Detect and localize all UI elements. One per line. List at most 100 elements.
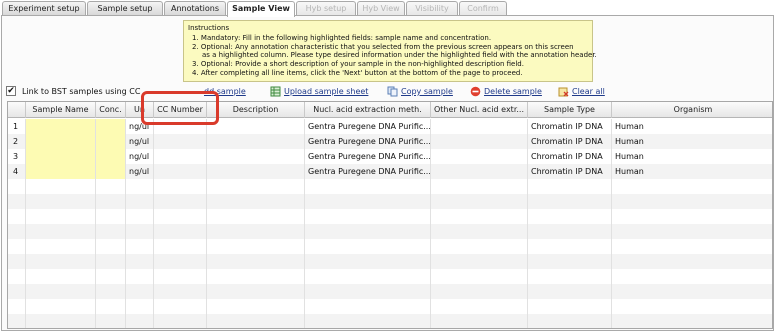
cc-number-cell[interactable]: [154, 269, 207, 284]
column-header-conc[interactable]: Conc.: [96, 102, 126, 118]
conc-cell[interactable]: [96, 209, 126, 224]
description-cell[interactable]: [207, 299, 305, 314]
organism-cell[interactable]: [612, 224, 772, 239]
table-row[interactable]: [8, 284, 772, 299]
sample-name-cell[interactable]: [26, 254, 96, 269]
sample-type-cell[interactable]: [528, 314, 612, 328]
sample-type-cell[interactable]: [528, 224, 612, 239]
organism-cell[interactable]: [612, 239, 772, 254]
extraction-method-cell[interactable]: [305, 224, 431, 239]
conc-cell[interactable]: [96, 239, 126, 254]
sample-name-cell[interactable]: [26, 119, 96, 134]
description-cell[interactable]: [207, 119, 305, 134]
description-cell[interactable]: [207, 194, 305, 209]
sample-type-cell[interactable]: Chromatin IP DNA: [528, 149, 612, 164]
sample-name-cell[interactable]: [26, 134, 96, 149]
unit-cell[interactable]: [126, 254, 154, 269]
other-extraction-cell[interactable]: [431, 239, 528, 254]
other-extraction-cell[interactable]: [431, 224, 528, 239]
extraction-method-cell[interactable]: Gentra Puregene DNA Purific...: [305, 149, 431, 164]
conc-cell[interactable]: [96, 149, 126, 164]
other-extraction-cell[interactable]: [431, 299, 528, 314]
table-row[interactable]: [8, 299, 772, 314]
sample-type-cell[interactable]: Chromatin IP DNA: [528, 164, 612, 179]
other-extraction-cell[interactable]: [431, 179, 528, 194]
unit-cell[interactable]: [126, 179, 154, 194]
cc-number-cell[interactable]: [154, 254, 207, 269]
conc-cell[interactable]: [96, 179, 126, 194]
sample-name-cell[interactable]: [26, 284, 96, 299]
sample-type-cell[interactable]: [528, 209, 612, 224]
description-cell[interactable]: [207, 164, 305, 179]
sample-type-cell[interactable]: [528, 269, 612, 284]
table-row[interactable]: [8, 194, 772, 209]
extraction-method-cell[interactable]: [305, 239, 431, 254]
cc-number-cell[interactable]: [154, 314, 207, 328]
description-cell[interactable]: [207, 224, 305, 239]
conc-cell[interactable]: [96, 269, 126, 284]
other-extraction-cell[interactable]: [431, 284, 528, 299]
tab-experiment-setup[interactable]: Experiment setup: [2, 1, 86, 16]
description-cell[interactable]: [207, 269, 305, 284]
cc-number-cell[interactable]: [154, 239, 207, 254]
unit-cell[interactable]: ng/ul: [126, 149, 154, 164]
conc-cell[interactable]: [96, 224, 126, 239]
cc-number-cell[interactable]: [154, 194, 207, 209]
other-extraction-cell[interactable]: [431, 149, 528, 164]
other-extraction-cell[interactable]: [431, 209, 528, 224]
extraction-method-cell[interactable]: [305, 194, 431, 209]
extraction-method-cell[interactable]: Gentra Puregene DNA Purific...: [305, 164, 431, 179]
sample-type-cell[interactable]: [528, 254, 612, 269]
organism-cell[interactable]: [612, 179, 772, 194]
description-cell[interactable]: [207, 284, 305, 299]
cc-number-cell[interactable]: [154, 134, 207, 149]
extraction-method-cell[interactable]: [305, 314, 431, 328]
table-row[interactable]: [8, 179, 772, 194]
organism-cell[interactable]: [612, 254, 772, 269]
column-header-organism[interactable]: Organism: [612, 102, 772, 118]
conc-cell[interactable]: [96, 194, 126, 209]
extraction-method-cell[interactable]: Gentra Puregene DNA Purific...: [305, 119, 431, 134]
other-extraction-cell[interactable]: [431, 134, 528, 149]
sample-name-cell[interactable]: [26, 164, 96, 179]
organism-cell[interactable]: Human: [612, 149, 772, 164]
upload-sample-sheet-button[interactable]: Upload sample sheet: [270, 86, 382, 98]
unit-cell[interactable]: [126, 224, 154, 239]
other-extraction-cell[interactable]: [431, 269, 528, 284]
extraction-method-cell[interactable]: [305, 269, 431, 284]
organism-cell[interactable]: [612, 269, 772, 284]
table-row[interactable]: [8, 224, 772, 239]
sample-name-cell[interactable]: [26, 314, 96, 328]
conc-cell[interactable]: [96, 119, 126, 134]
sample-name-cell[interactable]: [26, 209, 96, 224]
description-cell[interactable]: [207, 314, 305, 328]
extraction-method-cell[interactable]: [305, 284, 431, 299]
other-extraction-cell[interactable]: [431, 164, 528, 179]
cc-number-cell[interactable]: [154, 209, 207, 224]
conc-cell[interactable]: [96, 134, 126, 149]
tab-sample-view[interactable]: Sample View: [227, 1, 295, 17]
unit-cell[interactable]: [126, 299, 154, 314]
cc-number-cell[interactable]: [154, 179, 207, 194]
table-row[interactable]: [8, 239, 772, 254]
conc-cell[interactable]: [96, 299, 126, 314]
sample-type-cell[interactable]: [528, 239, 612, 254]
description-cell[interactable]: [207, 209, 305, 224]
table-row[interactable]: [8, 269, 772, 284]
conc-cell[interactable]: [96, 314, 126, 328]
unit-cell[interactable]: [126, 194, 154, 209]
sample-name-cell[interactable]: [26, 224, 96, 239]
organism-cell[interactable]: [612, 299, 772, 314]
sample-name-cell[interactable]: [26, 239, 96, 254]
table-row[interactable]: 3 ng/ul Gentra Puregene DNA Purific... Chro…: [8, 149, 772, 164]
other-extraction-cell[interactable]: [431, 254, 528, 269]
unit-cell[interactable]: [126, 314, 154, 328]
sample-type-cell[interactable]: [528, 179, 612, 194]
sample-name-cell[interactable]: [26, 299, 96, 314]
sample-name-cell[interactable]: [26, 149, 96, 164]
unit-cell[interactable]: [126, 239, 154, 254]
unit-cell[interactable]: [126, 209, 154, 224]
description-cell[interactable]: [207, 149, 305, 164]
other-extraction-cell[interactable]: [431, 194, 528, 209]
cc-number-cell[interactable]: [154, 299, 207, 314]
